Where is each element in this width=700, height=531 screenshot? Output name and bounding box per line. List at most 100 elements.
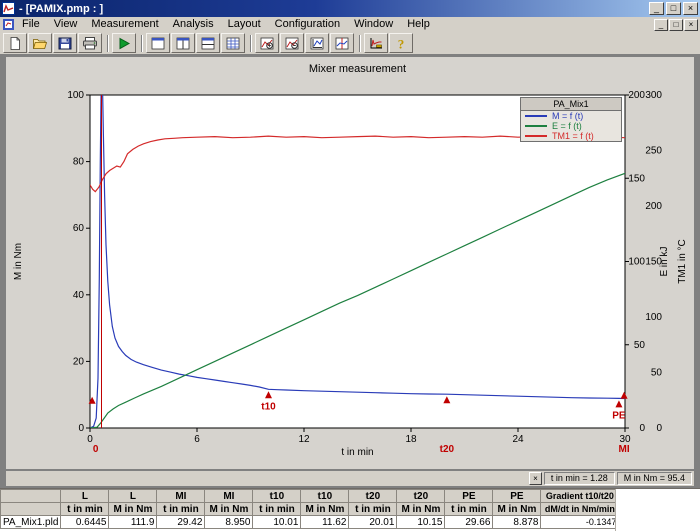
table-header-cell: M in Nm: [300, 502, 350, 516]
y-right2-tick-label: 100: [645, 312, 662, 323]
menu-layout[interactable]: Layout: [221, 17, 268, 32]
menu-view[interactable]: View: [47, 17, 85, 32]
table-header-cell: L: [60, 489, 110, 503]
table-header-cell: M in Nm: [492, 502, 542, 516]
y-right2-tick-label: 0: [656, 423, 662, 434]
y-right-tick-label: 100: [628, 257, 645, 268]
chart-cursor-button[interactable]: [330, 33, 354, 53]
close-button[interactable]: ×: [683, 2, 698, 15]
y-right-tick-label: 150: [628, 173, 645, 184]
table-cell: 10.15: [396, 515, 446, 529]
marker-label-MI: MI: [619, 444, 630, 455]
start-measurement-icon: [119, 37, 131, 49]
help-button[interactable]: ?: [389, 33, 413, 53]
cursor-t-readout: t in min = 1.28: [543, 472, 615, 485]
title-bar: - [PAMIX.pmp : ] _ □ ×: [0, 0, 700, 17]
chart-zoom-in-button[interactable]: [255, 33, 279, 53]
toolbar-separator: [141, 34, 142, 52]
menu-help[interactable]: Help: [400, 17, 437, 32]
chart-panel: 0 6 12 18 24 30 t in min 0 20 40 60 80 100 M in Nm 0 50…: [6, 57, 694, 469]
layout-single-button[interactable]: [146, 33, 170, 53]
evaluation-icon: [370, 37, 382, 48]
results-empty-panel: [615, 489, 700, 531]
app-icon: [2, 2, 15, 15]
mdi-restore-button[interactable]: □: [669, 18, 683, 31]
minimize-button[interactable]: _: [649, 2, 664, 15]
table-header-cell: [0, 502, 62, 516]
readout-close-button[interactable]: ×: [528, 472, 542, 485]
menu-file[interactable]: File: [15, 17, 47, 32]
marker-label-PE: PE: [612, 410, 626, 421]
table-header-cell: t10: [300, 489, 350, 503]
table-header-cell: PE: [492, 489, 542, 503]
chart-scale-button[interactable]: [305, 33, 329, 53]
menu-analysis[interactable]: Analysis: [166, 17, 221, 32]
plot-area[interactable]: [89, 94, 626, 429]
table-header-cell: [0, 489, 62, 503]
chart-legend: PA_Mix1 M = f (t) E = f (t) TM1 = f (t): [520, 97, 622, 142]
table-header-cell: M in Nm: [204, 502, 254, 516]
help-icon: ?: [398, 36, 405, 51]
table-cell: PA_Mix1.pld: [0, 515, 62, 529]
mdi-close-button[interactable]: ×: [684, 18, 698, 31]
legend-entry: M = f (t): [521, 111, 621, 121]
save-button[interactable]: [53, 33, 77, 53]
legend-line-sample: [525, 125, 547, 127]
new-document-button[interactable]: [3, 33, 27, 53]
marker-label-t20: t20: [440, 444, 455, 455]
open-file-button[interactable]: [28, 33, 52, 53]
layout-table-icon: [226, 37, 240, 49]
chart-zoom-out-button[interactable]: [280, 33, 304, 53]
table-header-cell: t in min: [348, 502, 398, 516]
y-right2-tick-label: 250: [645, 146, 662, 157]
layout-table-button[interactable]: [221, 33, 245, 53]
x-axis-title: t in min: [341, 447, 373, 458]
table-header-cell: PE: [444, 489, 494, 503]
maximize-button[interactable]: □: [666, 2, 681, 15]
table-header-cell: MI: [204, 489, 254, 503]
chart-title: Mixer measurement: [308, 63, 407, 75]
y-right2-tick-label: 200: [645, 201, 662, 212]
y-right-tick-label: 0: [639, 423, 645, 434]
y-left-tick-label: 60: [73, 223, 85, 234]
menu-configuration[interactable]: Configuration: [268, 17, 347, 32]
menu-measurement[interactable]: Measurement: [84, 17, 165, 32]
table-cell: 8.950: [204, 515, 254, 529]
table-header-cell: L: [108, 489, 158, 503]
legend-label: E = f (t): [552, 121, 582, 131]
client-area: 0 6 12 18 24 30 t in min 0 20 40 60 80 100 M in Nm 0 50…: [0, 55, 700, 488]
y-right-tick-label: 50: [634, 340, 646, 351]
layout-vertical-split-button[interactable]: [171, 33, 195, 53]
toolbar-separator: [359, 34, 360, 52]
status-strip: × t in min = 1.28 M in Nm = 95.4: [6, 471, 694, 486]
menu-items: File View Measurement Analysis Layout Configu…: [15, 17, 437, 32]
toolbar: ?: [0, 32, 700, 55]
chart-zoom-out-icon: [285, 37, 299, 49]
y-left-tick-label: 0: [78, 423, 84, 434]
window-title: - [PAMIX.pmp : ]: [19, 2, 104, 15]
menu-window[interactable]: Window: [347, 17, 400, 32]
table-cell: -0.1347: [540, 515, 620, 529]
table-header-cell: dM/dt in Nm/min: [540, 502, 620, 516]
table-header-cell: MI: [156, 489, 206, 503]
y-left-tick-label: 100: [67, 90, 84, 101]
table-header-row-2: t in min M in Nm t in min M in Nm t in min M …: [0, 502, 620, 516]
document-icon[interactable]: [2, 18, 15, 31]
y-right2-tick-label: 300: [645, 90, 662, 101]
start-measurement-button[interactable]: [112, 33, 136, 53]
table-header-cell: M in Nm: [108, 502, 158, 516]
x-tick-label: 12: [298, 434, 310, 445]
print-button[interactable]: [78, 33, 102, 53]
results-table: L L MI MI t10 t10 t20 t20 PE PE Gradient t10/t20 t …: [0, 489, 620, 529]
table-row[interactable]: PA_Mix1.pld 0.6445 111.9 29.42 8.950 10.01 11.…: [0, 515, 620, 529]
table-cell: 11.62: [300, 515, 350, 529]
y-left-tick-label: 80: [73, 157, 85, 168]
mdi-minimize-button[interactable]: _: [654, 18, 668, 31]
open-file-icon: [32, 38, 48, 49]
table-header-cell: t20: [348, 489, 398, 503]
evaluation-button[interactable]: [364, 33, 388, 53]
layout-horizontal-split-button[interactable]: [196, 33, 220, 53]
table-cell: 111.9: [108, 515, 158, 529]
legend-entry: TM1 = f (t): [521, 131, 621, 141]
results-area: L L MI MI t10 t10 t20 t20 PE PE Gradient t10/t20 t …: [0, 488, 700, 531]
